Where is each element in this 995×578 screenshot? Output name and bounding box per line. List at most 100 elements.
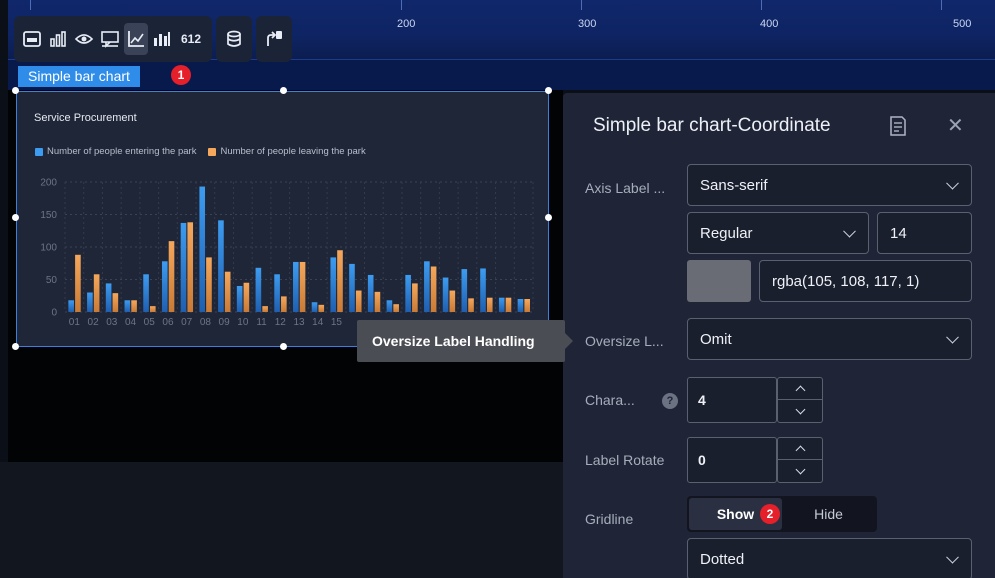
bar-leaving (224, 271, 231, 312)
chars-stepper[interactable] (777, 377, 823, 423)
label-rotate-label: Label Rotate (585, 452, 665, 468)
component-name-tag[interactable]: Simple bar chart (18, 66, 140, 87)
gridline-hide-option[interactable]: Hide (782, 498, 875, 530)
stepper-down-icon[interactable] (778, 400, 822, 422)
bar-entering (199, 186, 206, 312)
bar-entering (161, 261, 168, 312)
bar-leaving (412, 283, 418, 312)
gridline-toggle: Show Hide (687, 496, 877, 532)
bar-entering (236, 286, 243, 312)
resize-handle[interactable] (12, 87, 19, 94)
bar-leaving (524, 299, 531, 312)
bar-leaving (468, 298, 474, 312)
x-tick-label: 13 (293, 317, 305, 328)
ruler-tick (581, 0, 582, 10)
y-tick-label: 200 (40, 178, 57, 189)
label-rotate-value: 0 (698, 452, 706, 468)
axis-icon[interactable] (124, 23, 148, 55)
bar-leaving (112, 293, 119, 312)
x-tick-label: 04 (125, 317, 137, 328)
resize-handle[interactable] (12, 343, 19, 350)
axis-label-color-value: rgba(105, 108, 117, 1) (772, 272, 920, 290)
step-badge-2: 2 (760, 504, 780, 524)
stepper-up-icon[interactable] (778, 438, 822, 460)
oversize-label: Oversize L... (585, 333, 664, 349)
toolbar-group-interaction (256, 16, 292, 62)
bar-entering (68, 300, 74, 312)
bar-entering (405, 274, 411, 312)
document-icon[interactable] (889, 115, 907, 137)
x-tick-label: 10 (237, 317, 249, 328)
interaction-icon[interactable] (262, 23, 286, 55)
bar-series-icon[interactable] (150, 23, 174, 55)
stepper-up-icon[interactable] (778, 378, 822, 400)
label-rotate-input[interactable]: 0 (687, 437, 777, 483)
gridline-label: Gridline (585, 511, 634, 527)
axis-label-weight-select[interactable]: Regular (687, 212, 869, 254)
bar-entering (124, 300, 131, 312)
gridline-style-select[interactable]: Dotted (687, 538, 972, 578)
resize-handle[interactable] (12, 214, 19, 221)
oversize-select[interactable]: Omit (687, 318, 972, 360)
ruler-label-500: 500 (953, 18, 972, 30)
bar-leaving (149, 306, 156, 312)
y-tick-label: 0 (51, 308, 57, 319)
bar-entering (424, 261, 430, 312)
bar-leaving (430, 266, 437, 312)
bar-leaving (168, 241, 175, 312)
gridline-style-value: Dotted (700, 550, 745, 568)
resize-handle[interactable] (280, 343, 287, 350)
bar-leaving (75, 254, 81, 312)
oversize-tooltip: Oversize Label Handling (357, 320, 565, 362)
bar-chart-component[interactable]: Service Procurement Number of people ent… (16, 91, 549, 347)
bar-entering (274, 274, 280, 312)
x-tick-label: 07 (181, 317, 193, 328)
axis-label-font-select[interactable]: Sans-serif (687, 164, 972, 206)
ruler-tick (761, 0, 762, 10)
bar-leaving (505, 297, 512, 312)
component-toolbar: 612 (14, 16, 292, 62)
ruler-tick (401, 0, 402, 10)
help-icon[interactable]: ? (662, 393, 678, 409)
bar-entering (87, 292, 93, 312)
image-icon[interactable] (20, 23, 44, 55)
stepper-down-icon[interactable] (778, 460, 822, 482)
label-rotate-stepper[interactable] (777, 437, 823, 483)
bar-entering (180, 222, 187, 312)
y-tick-label: 100 (40, 243, 57, 254)
x-tick-label: 14 (312, 317, 324, 328)
bar-entering (255, 267, 262, 312)
comment-icon[interactable] (98, 23, 122, 55)
x-tick-label: 03 (106, 317, 118, 328)
chars-label: Chara... (585, 392, 635, 408)
axis-label-color-swatch[interactable] (687, 260, 751, 302)
coordinate-settings-panel: Simple bar chart-Coordinate ✕ Axis Label… (563, 93, 995, 578)
x-tick-label: 05 (144, 317, 156, 328)
x-tick-label: 12 (275, 317, 287, 328)
bar-leaving (299, 261, 306, 312)
database-icon[interactable] (222, 23, 246, 55)
chars-input[interactable]: 4 (687, 377, 777, 423)
axis-label-color-input[interactable]: rgba(105, 108, 117, 1) (759, 260, 972, 302)
axis-label-size-input[interactable]: 14 (877, 212, 972, 254)
step-badge-1: 1 (171, 65, 191, 85)
y-tick-label: 150 (40, 210, 57, 221)
axis-label-font-value: Sans-serif (700, 176, 768, 194)
eye-icon[interactable] (72, 23, 96, 55)
axis-label-size-value: 14 (890, 224, 907, 242)
bar-leaving (449, 290, 456, 312)
resize-handle[interactable] (545, 87, 552, 94)
resize-handle[interactable] (280, 87, 287, 94)
bar-leaving (281, 296, 287, 312)
bar-leaving (393, 304, 399, 312)
resize-handle[interactable] (545, 214, 552, 221)
toolbar-group-config: 612 (14, 16, 212, 62)
bar-leaving (206, 257, 212, 312)
number-icon[interactable]: 612 (176, 23, 206, 55)
bar-chart-icon[interactable] (46, 23, 70, 55)
bar-leaving (262, 306, 268, 312)
bar-leaving (318, 304, 325, 312)
close-icon[interactable]: ✕ (947, 116, 964, 136)
bar-entering (442, 277, 449, 312)
y-tick-label: 50 (46, 275, 58, 286)
